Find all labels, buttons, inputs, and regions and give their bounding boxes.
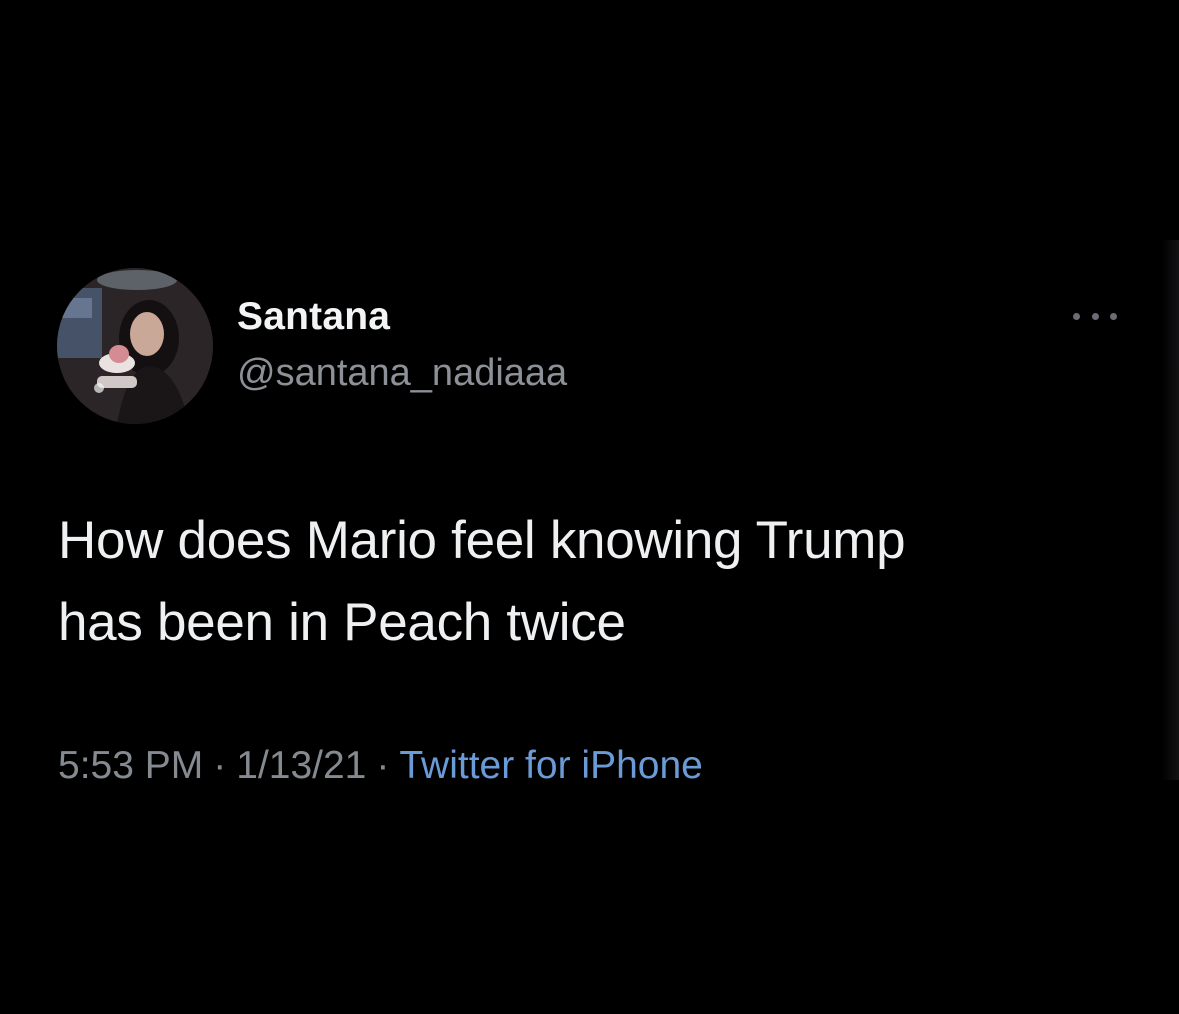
- tweet-card: Santana @santana_nadiaaa How does Mario …: [0, 0, 1179, 1014]
- more-dot: [1091, 312, 1099, 320]
- tweet-source-link[interactable]: Twitter for iPhone: [399, 744, 702, 787]
- meta-separator: ·: [213, 744, 227, 787]
- tweet-text-line: has been in Peach twice: [58, 593, 626, 652]
- tweet-date: 1/13/21: [236, 744, 367, 787]
- more-options-icon[interactable]: [1073, 304, 1117, 328]
- more-dot: [1110, 312, 1117, 320]
- tweet-text: How does Mario feel knowing Trump has be…: [58, 500, 1118, 664]
- screen-edge-shadow: [1161, 240, 1179, 780]
- tweet-text-line: How does Mario feel knowing Trump: [58, 511, 906, 570]
- author-display-name[interactable]: Santana: [237, 293, 390, 341]
- tweet-time: 5:53 PM: [58, 744, 204, 787]
- profile-photo-icon: [57, 268, 213, 424]
- avatar[interactable]: [57, 268, 213, 424]
- more-dot: [1073, 312, 1080, 320]
- tweet-meta: 5:53 PM · 1/13/21 · Twitter for iPhone: [58, 738, 703, 794]
- meta-separator: ·: [376, 744, 390, 787]
- author-handle[interactable]: @santana_nadiaaa: [237, 349, 567, 397]
